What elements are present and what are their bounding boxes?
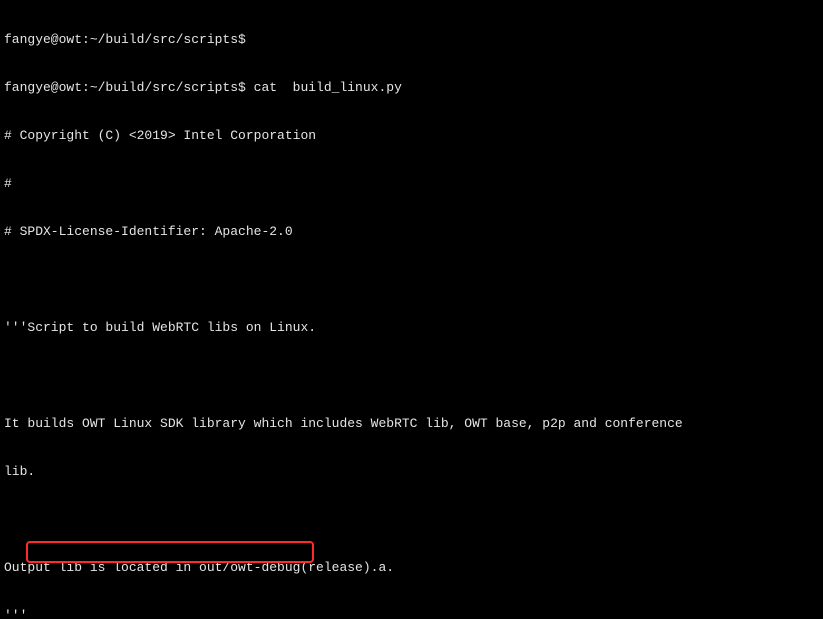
terminal-line: Output lib is located in out/owt-debug(r… [4,560,819,576]
terminal-line [4,272,819,288]
terminal-line: # Copyright (C) <2019> Intel Corporation [4,128,819,144]
terminal-line: lib. [4,464,819,480]
terminal-line: It builds OWT Linux SDK library which in… [4,416,819,432]
terminal-line: fangye@owt:~/build/src/scripts$ cat buil… [4,80,819,96]
terminal-line: # [4,176,819,192]
terminal-line: '''Script to build WebRTC libs on Linux. [4,320,819,336]
terminal-line: fangye@owt:~/build/src/scripts$ [4,32,819,48]
terminal-line [4,512,819,528]
terminal-line: ''' [4,608,819,619]
terminal-line: # SPDX-License-Identifier: Apache-2.0 [4,224,819,240]
terminal-output[interactable]: fangye@owt:~/build/src/scripts$ fangye@o… [0,0,823,619]
terminal-line [4,368,819,384]
